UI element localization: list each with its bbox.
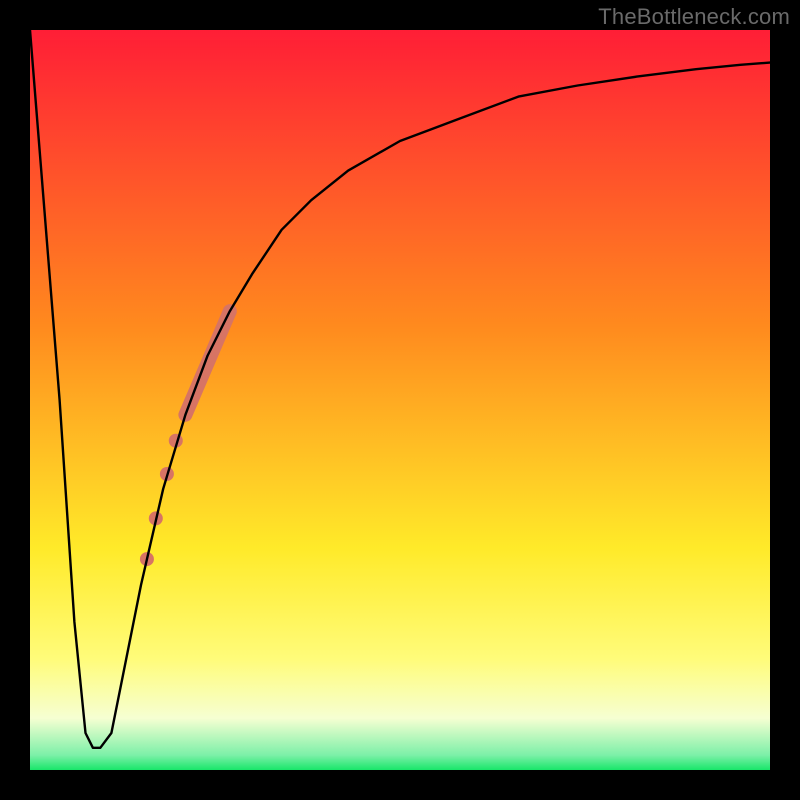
bottleneck-chart [0, 0, 800, 800]
chart-container: TheBottleneck.com [0, 0, 800, 800]
attribution-label: TheBottleneck.com [598, 4, 790, 30]
